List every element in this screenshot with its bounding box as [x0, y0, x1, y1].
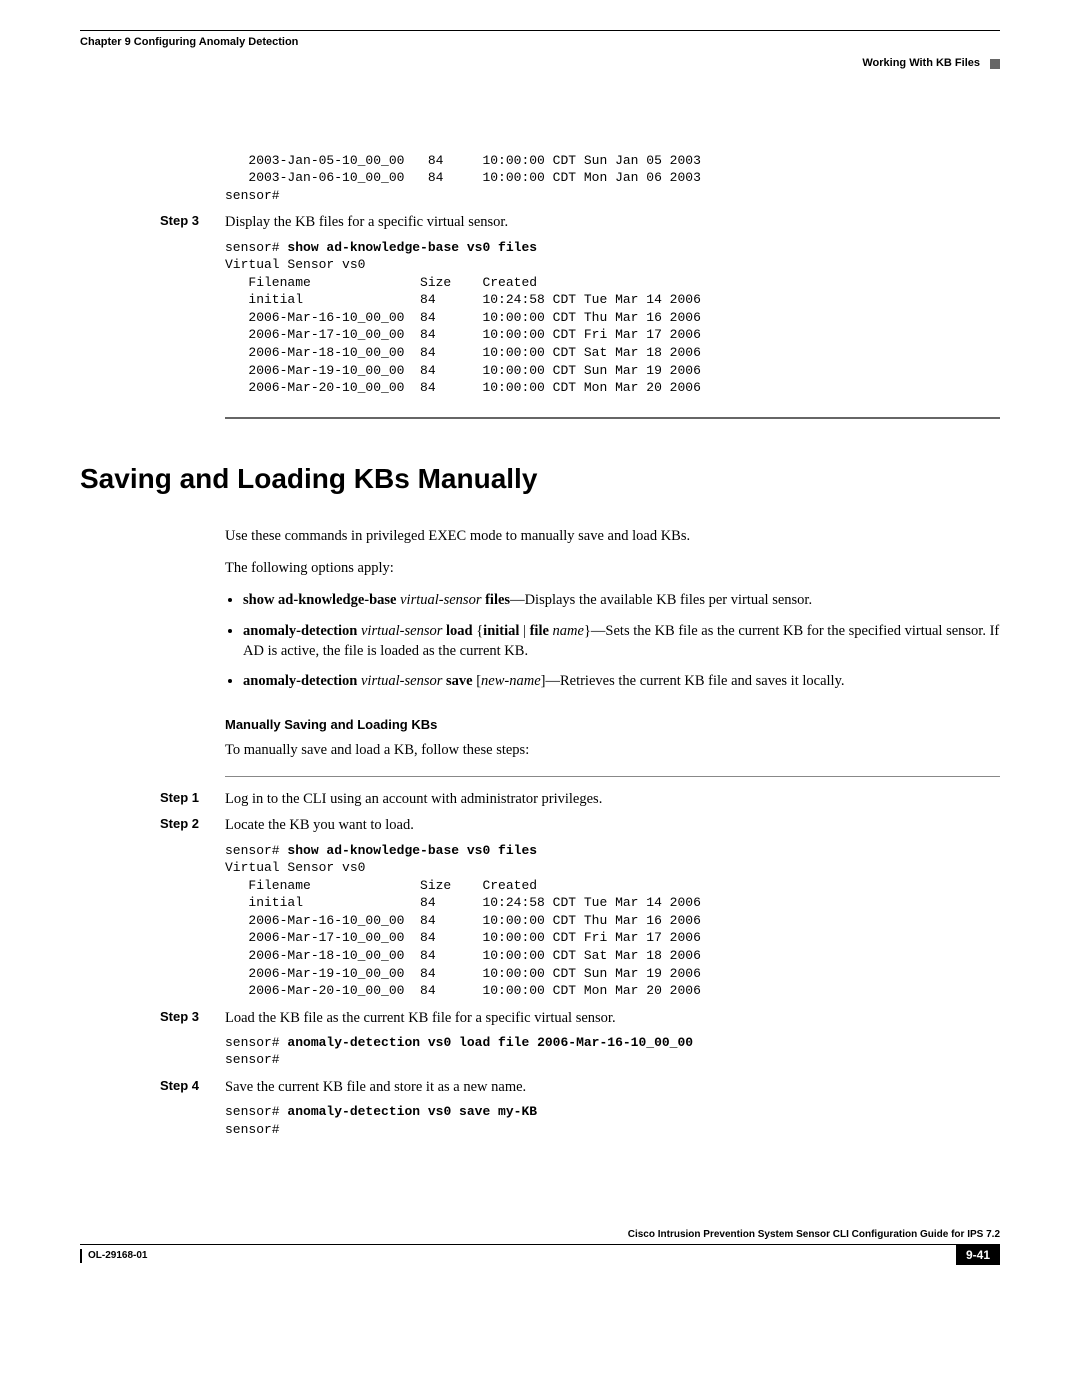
- cmd-arg: new-name: [481, 673, 541, 689]
- code-block-4: sensor# anomaly-detection vs0 load file …: [225, 1034, 1000, 1069]
- code-output: sensor#: [225, 1122, 280, 1137]
- step-label: Step 3: [160, 212, 225, 230]
- cmd-keyword: anomaly-detection: [243, 673, 357, 689]
- cmd-keyword: files: [485, 592, 510, 608]
- code-output-1: 2003-Jan-05-10_00_00 84 10:00:00 CDT Sun…: [225, 152, 1000, 205]
- cmd-keyword: save: [446, 673, 473, 689]
- step-text: Display the KB files for a specific virt…: [225, 212, 508, 232]
- text: |: [519, 623, 529, 639]
- text: {: [473, 623, 484, 639]
- footer-bar-icon: [80, 1249, 82, 1263]
- step-text: Load the KB file as the current KB file …: [225, 1008, 616, 1028]
- text: [: [473, 673, 481, 689]
- step-text: Log in to the CLI using an account with …: [225, 789, 602, 809]
- code-block-5: sensor# anomaly-detection vs0 save my-KB…: [225, 1103, 1000, 1138]
- prompt: sensor#: [225, 843, 287, 858]
- bullet-text: ]—Retrieves the current KB file and save…: [541, 673, 845, 689]
- cmd-keyword: initial: [483, 623, 519, 639]
- header-marker-icon: [990, 59, 1000, 69]
- command: anomaly-detection vs0 save my-KB: [287, 1104, 537, 1119]
- command: show ad-knowledge-base vs0 files: [287, 843, 537, 858]
- cmd-arg: virtual-sensor: [396, 592, 485, 608]
- footer-right: 9-41: [956, 1247, 1000, 1264]
- code-output: Virtual Sensor vs0 Filename Size Created…: [225, 257, 701, 395]
- header-chapter: Chapter 9 Configuring Anomaly Detection: [80, 35, 298, 50]
- section-divider: [225, 417, 1000, 419]
- code-output: sensor#: [225, 1052, 280, 1067]
- bullet-text: —Displays the available KB files per vir…: [510, 592, 812, 608]
- step-label: Step 3: [160, 1008, 225, 1026]
- intro-paragraph-1: Use these commands in privileged EXEC mo…: [225, 526, 1000, 546]
- step-1-row: Step 1 Log in to the CLI using an accoun…: [80, 789, 1000, 809]
- cmd-keyword: anomaly-detection: [243, 623, 357, 639]
- code-block-3: sensor# show ad-knowledge-base vs0 files…: [225, 842, 1000, 1000]
- header-section-row: Working With KB Files: [80, 56, 1000, 71]
- cmd-arg: virtual-sensor: [357, 673, 446, 689]
- subheading: Manually Saving and Loading KBs: [225, 716, 1000, 734]
- step-label: Step 4: [160, 1077, 225, 1095]
- bullet-3: anomaly-detection virtual-sensor save [n…: [243, 671, 1000, 691]
- steps-divider: [225, 776, 1000, 777]
- section-heading: Saving and Loading KBs Manually: [80, 459, 1000, 498]
- code-block-2: sensor# show ad-knowledge-base vs0 files…: [225, 239, 1000, 397]
- step-label: Step 2: [160, 815, 225, 833]
- cmd-keyword: file: [530, 623, 549, 639]
- bullet-1: show ad-knowledge-base virtual-sensor fi…: [243, 590, 1000, 610]
- command: anomaly-detection vs0 load file 2006-Mar…: [287, 1035, 693, 1050]
- step-4-row: Step 4 Save the current KB file and stor…: [80, 1077, 1000, 1097]
- command: show ad-knowledge-base vs0 files: [287, 240, 537, 255]
- cmd-arg: virtual-sensor: [357, 623, 446, 639]
- footer-docnum: OL-29168-01: [88, 1249, 147, 1263]
- sub-intro: To manually save and load a KB, follow t…: [225, 740, 1000, 760]
- header-top-rule: [80, 30, 1000, 31]
- bullet-2: anomaly-detection virtual-sensor load {i…: [243, 621, 1000, 662]
- prompt: sensor#: [225, 1035, 287, 1050]
- options-list: show ad-knowledge-base virtual-sensor fi…: [243, 590, 1000, 691]
- cmd-keyword: load: [446, 623, 473, 639]
- prompt: sensor#: [225, 1104, 287, 1119]
- code-output: Virtual Sensor vs0 Filename Size Created…: [225, 860, 701, 998]
- step-2-row: Step 2 Locate the KB you want to load.: [80, 815, 1000, 835]
- footer-doc-title: Cisco Intrusion Prevention System Sensor…: [80, 1228, 1000, 1242]
- footer-left: OL-29168-01: [80, 1249, 147, 1263]
- page-number-badge: 9-41: [956, 1245, 1000, 1265]
- intro-paragraph-2: The following options apply:: [225, 558, 1000, 578]
- header-row: Chapter 9 Configuring Anomaly Detection: [80, 35, 1000, 50]
- footer-rule: [80, 1244, 1000, 1245]
- step-text: Locate the KB you want to load.: [225, 815, 414, 835]
- step-3-row: Step 3 Load the KB file as the current K…: [80, 1008, 1000, 1028]
- cmd-keyword: show ad-knowledge-base: [243, 592, 396, 608]
- footer: Cisco Intrusion Prevention System Sensor…: [80, 1228, 1000, 1264]
- step-text: Save the current KB file and store it as…: [225, 1077, 526, 1097]
- prompt: sensor#: [225, 240, 287, 255]
- header-section: Working With KB Files: [862, 56, 980, 71]
- step-label: Step 1: [160, 789, 225, 807]
- step-3-top-row: Step 3 Display the KB files for a specif…: [80, 212, 1000, 232]
- cmd-arg: name: [549, 623, 584, 639]
